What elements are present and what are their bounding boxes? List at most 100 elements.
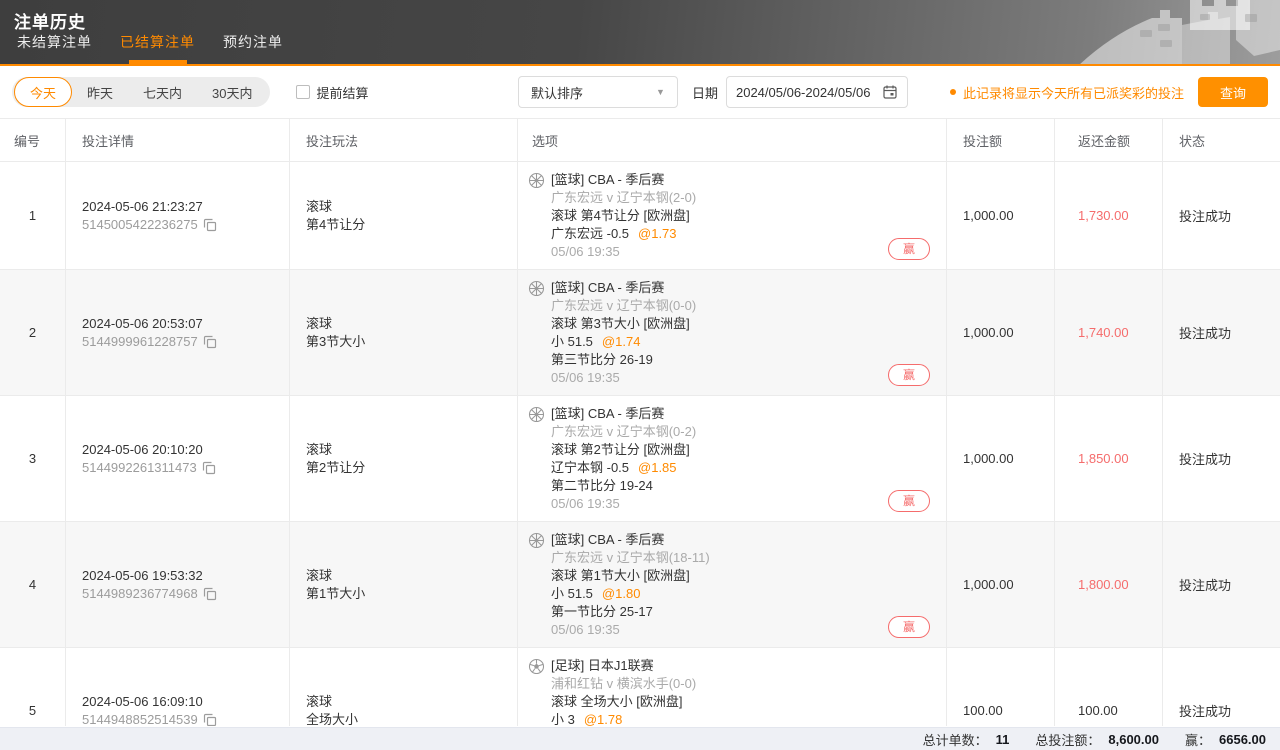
bet-id: 5144989236774968 — [82, 585, 198, 603]
tab-unsettled[interactable]: 未结算注单 — [14, 32, 95, 64]
stake-amount: 1,000.00 — [947, 270, 1055, 395]
copy-icon[interactable] — [203, 335, 217, 349]
bet-play-cell: 滚球 全场大小 — [290, 648, 518, 726]
bet-number: 2 — [0, 270, 66, 395]
table-row: 2 2024-05-06 20:53:07 5144999961228757 滚… — [0, 270, 1280, 396]
bet-detail-cell: 2024-05-06 19:53:32 5144989236774968 — [66, 522, 290, 647]
stake-amount: 100.00 — [947, 648, 1055, 726]
win-value: 6656.00 — [1219, 732, 1266, 747]
market-line: 滚球 第1节大小 [欧洲盘] — [551, 567, 930, 585]
league-line: [篮球] CBA - 季后赛 — [551, 279, 930, 297]
bet-play-cell: 滚球 第4节让分 — [290, 162, 518, 269]
bet-detail-cell: 2024-05-06 21:23:27 5145005422236275 — [66, 162, 290, 269]
col-stake: 投注额 — [947, 119, 1055, 162]
date-range-input[interactable]: 2024/05/06-2024/05/06 — [726, 76, 908, 108]
date-range-group: 今天 昨天 七天内 30天内 — [12, 77, 270, 107]
return-amount: 1,740.00 — [1078, 325, 1129, 340]
basketball-icon — [528, 172, 545, 189]
bet-time: 2024-05-06 19:53:32 — [82, 567, 289, 585]
play-type: 滚球 — [306, 567, 517, 585]
range-today[interactable]: 今天 — [14, 77, 72, 107]
teams-line: 广东宏远 v 辽宁本钢(0-0) — [551, 297, 930, 315]
return-amount: 1,800.00 — [1078, 577, 1129, 592]
result-badge: 赢 — [888, 364, 930, 386]
score-line: 第三节比分 26-19 — [551, 351, 930, 369]
bet-id: 5144999961228757 — [82, 333, 198, 351]
bet-detail-cell: 2024-05-06 20:10:20 5144992261311473 — [66, 396, 290, 521]
bet-status: 投注成功 — [1163, 396, 1280, 521]
bet-option-cell: [篮球] CBA - 季后赛 广东宏远 v 辽宁本钢(0-2) 滚球 第2节让分… — [518, 396, 947, 521]
greatwall-decoration-image — [1040, 0, 1280, 66]
league-line: [篮球] CBA - 季后赛 — [551, 405, 930, 423]
bets-table: 编号 投注详情 投注玩法 选项 投注额 返还金额 状态 1 2024-05-06… — [0, 118, 1280, 726]
bet-option-cell: [篮球] CBA - 季后赛 广东宏远 v 辽宁本钢(18-11) 滚球 第1节… — [518, 522, 947, 647]
result-badge: 赢 — [888, 238, 930, 260]
total-stake-value: 8,600.00 — [1108, 732, 1159, 747]
copy-icon[interactable] — [203, 713, 217, 727]
bet-status: 投注成功 — [1163, 270, 1280, 395]
selection-text: 小 51.5 — [551, 586, 593, 601]
range-30days[interactable]: 30天内 — [197, 77, 267, 107]
copy-icon[interactable] — [203, 218, 217, 232]
col-detail: 投注详情 — [66, 119, 290, 162]
col-status: 状态 — [1163, 119, 1280, 162]
selection-text: 广东宏远 -0.5 — [551, 226, 629, 241]
total-count-label: 总计单数： — [923, 730, 988, 749]
search-button[interactable]: 查询 — [1198, 77, 1268, 107]
range-7days[interactable]: 七天内 — [128, 77, 197, 107]
sort-select[interactable]: 默认排序 ▼ — [518, 76, 678, 108]
match-time: 05/06 19:35 — [551, 495, 930, 513]
early-settle-label: 提前结算 — [317, 83, 369, 102]
play-market: 第1节大小 — [306, 585, 517, 603]
play-type: 滚球 — [306, 198, 517, 216]
date-field-label: 日期 — [692, 83, 718, 102]
copy-icon[interactable] — [203, 587, 217, 601]
score-line: 第一节比分 25-17 — [551, 603, 930, 621]
table-row: 3 2024-05-06 20:10:20 5144992261311473 滚… — [0, 396, 1280, 522]
selection-text: 小 51.5 — [551, 334, 593, 349]
league-line: [篮球] CBA - 季后赛 — [551, 531, 930, 549]
teams-line: 浦和红钻 v 横滨水手(0-0) — [551, 675, 930, 693]
early-settle-checkbox[interactable]: 提前结算 — [296, 83, 369, 102]
market-line: 滚球 第3节大小 [欧洲盘] — [551, 315, 930, 333]
odds-value: @1.85 — [638, 460, 677, 475]
table-row: 4 2024-05-06 19:53:32 5144989236774968 滚… — [0, 522, 1280, 648]
result-badge: 赢 — [888, 490, 930, 512]
chevron-down-icon: ▼ — [656, 87, 665, 97]
teams-line: 广东宏远 v 辽宁本钢(2-0) — [551, 189, 930, 207]
filter-bar: 今天 昨天 七天内 30天内 提前结算 默认排序 ▼ 日期 2024/05/06… — [0, 66, 1280, 118]
col-return: 返还金额 — [1055, 119, 1163, 162]
win-label: 赢： — [1185, 730, 1211, 749]
copy-icon[interactable] — [202, 461, 216, 475]
odds-value: @1.73 — [638, 226, 677, 241]
bet-play-cell: 滚球 第1节大小 — [290, 522, 518, 647]
market-line: 滚球 全场大小 [欧洲盘] — [551, 693, 930, 711]
checkbox-icon[interactable] — [296, 85, 310, 99]
return-amount: 1,730.00 — [1078, 208, 1129, 223]
bet-id: 5144948852514539 — [82, 711, 198, 727]
bet-time: 2024-05-06 20:53:07 — [82, 315, 289, 333]
market-line: 滚球 第4节让分 [欧洲盘] — [551, 207, 930, 225]
table-header-row: 编号 投注详情 投注玩法 选项 投注额 返还金额 状态 — [0, 119, 1280, 162]
stake-amount: 1,000.00 — [947, 522, 1055, 647]
match-time: 05/06 19:35 — [551, 369, 930, 387]
score-line: 第二节比分 19-24 — [551, 477, 930, 495]
tab-settled[interactable]: 已结算注单 — [117, 32, 198, 64]
return-amount: 100.00 — [1078, 703, 1118, 718]
basketball-icon — [528, 406, 545, 423]
range-yesterday[interactable]: 昨天 — [72, 77, 128, 107]
league-line: [篮球] CBA - 季后赛 — [551, 171, 930, 189]
col-number: 编号 — [0, 119, 66, 162]
page-header: 注单历史 未结算注单 已结算注单 预约注单 — [0, 0, 1280, 66]
return-amount: 1,850.00 — [1078, 451, 1129, 466]
table-row: 5 2024-05-06 16:09:10 5144948852514539 滚… — [0, 648, 1280, 726]
teams-line: 广东宏远 v 辽宁本钢(18-11) — [551, 549, 930, 567]
tab-reserved[interactable]: 预约注单 — [220, 32, 286, 64]
calendar-icon[interactable] — [882, 84, 898, 100]
bet-play-cell: 滚球 第3节大小 — [290, 270, 518, 395]
result-badge: 赢 — [888, 616, 930, 638]
odds-value: @1.80 — [602, 586, 641, 601]
selection-text: 辽宁本钢 -0.5 — [551, 460, 629, 475]
total-count-value: 11 — [996, 732, 1010, 747]
match-time: 05/06 19:35 — [551, 621, 930, 639]
